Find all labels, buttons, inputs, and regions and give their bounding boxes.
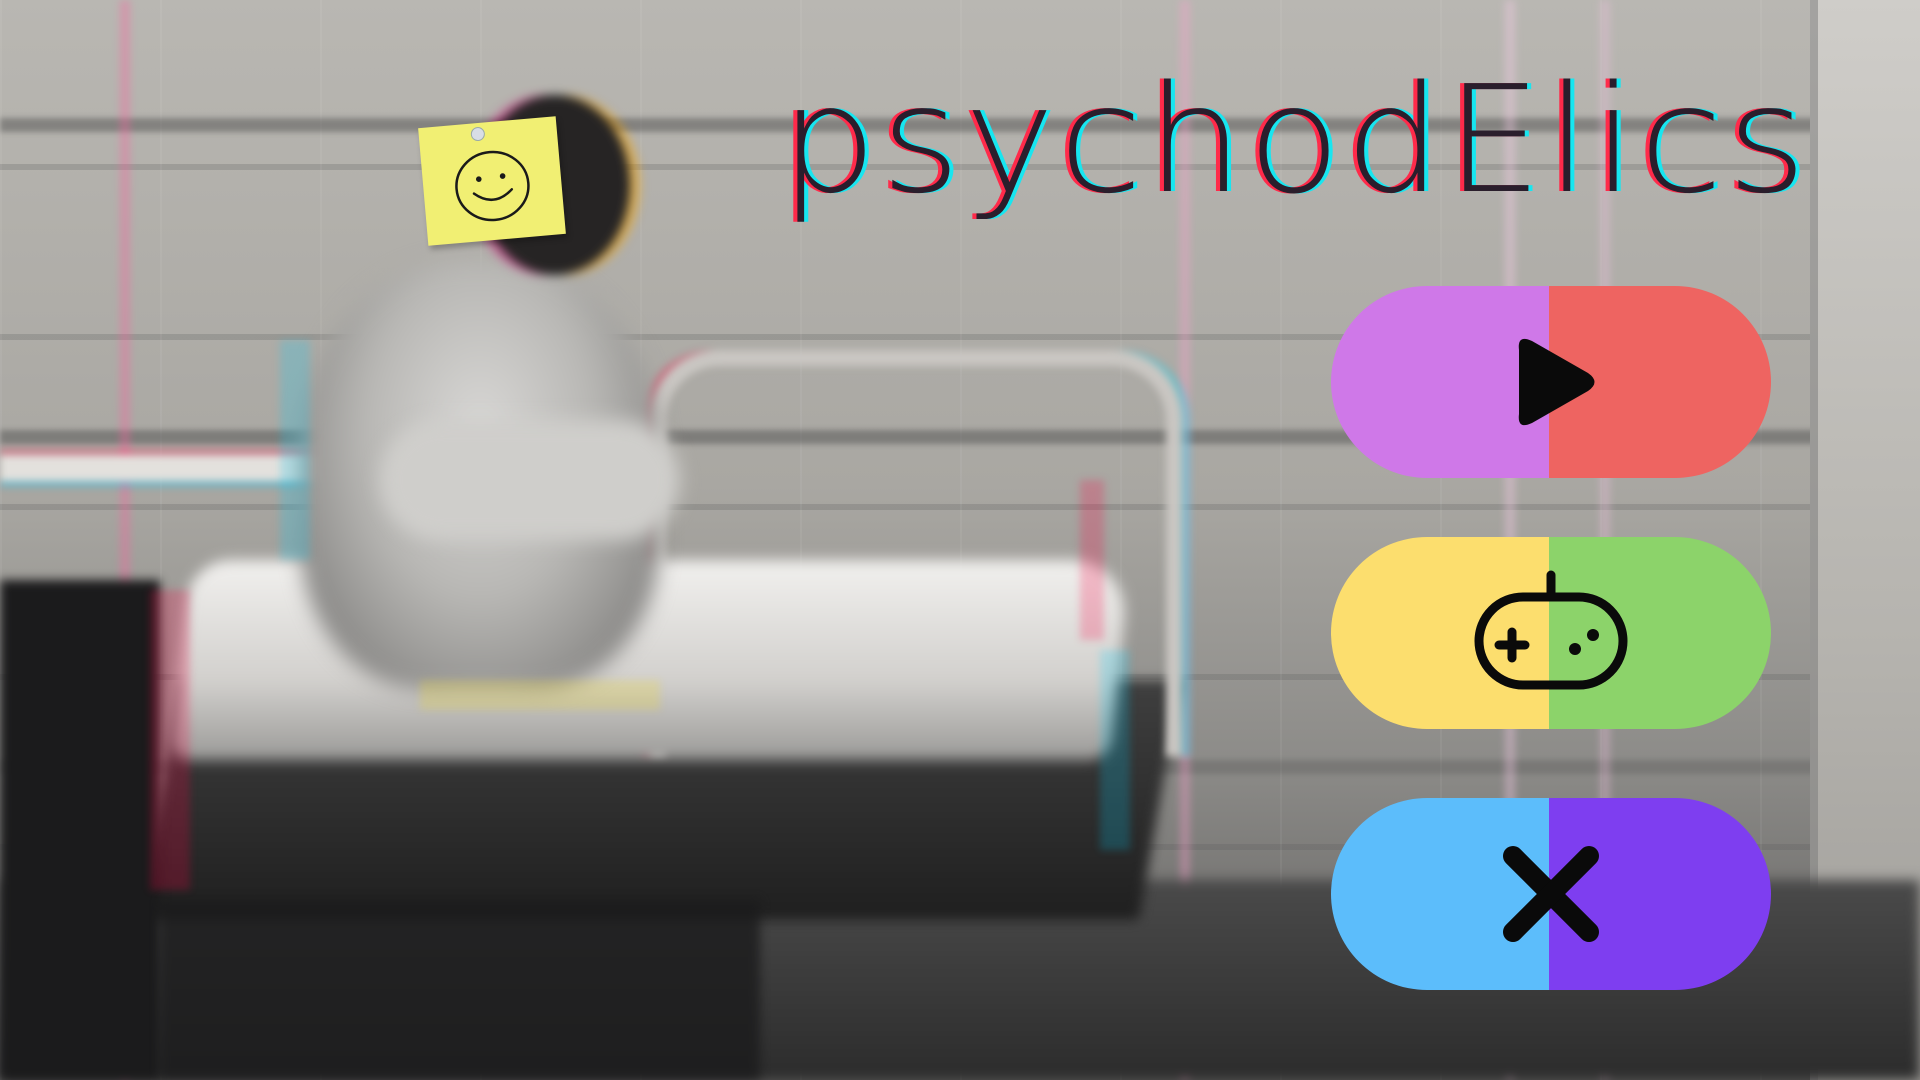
gamepad-icon: [1474, 570, 1628, 690]
game-title: psychodElics: [780, 54, 1811, 226]
glitch-artifact: [420, 680, 660, 710]
games-button[interactable]: [1331, 537, 1771, 729]
main-menu-scene: psychodElics: [0, 0, 1920, 1080]
glitch-artifact: [1080, 480, 1104, 640]
shadow-block: [0, 580, 160, 1080]
play-icon: [1518, 338, 1595, 426]
quit-button[interactable]: [1331, 798, 1771, 990]
play-button[interactable]: [1331, 286, 1771, 478]
smiley-icon: [455, 150, 530, 222]
glitch-artifact: [1100, 650, 1130, 850]
pushpin-icon: [470, 126, 486, 142]
glitch-artifact: [280, 340, 310, 560]
sticky-note: [418, 116, 566, 246]
seated-figure-arm: [380, 420, 680, 540]
glitch-artifact: [150, 590, 190, 890]
close-icon: [1503, 846, 1599, 942]
shadow-block: [160, 900, 760, 1080]
